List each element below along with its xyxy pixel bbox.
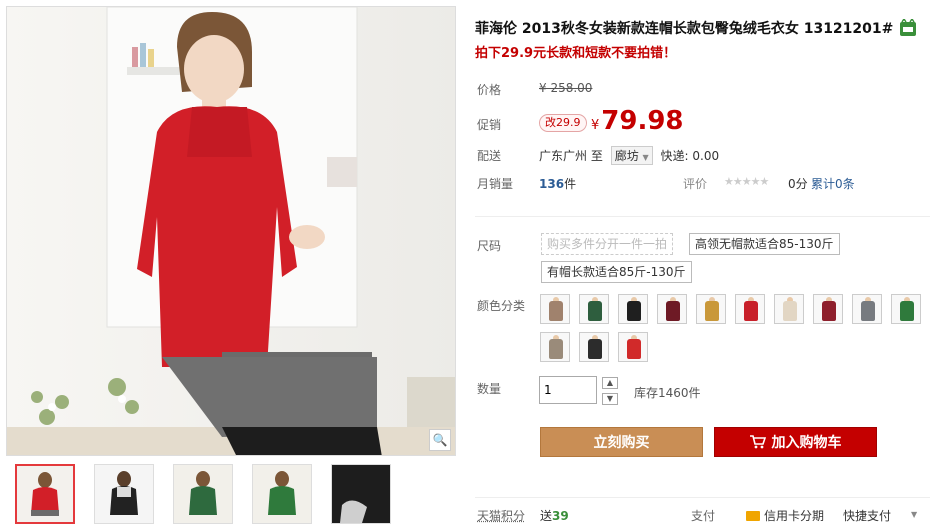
chevron-down-icon[interactable]: ▼ [911, 510, 917, 519]
product-title: 菲海伦 2013秋冬女装新款连帽长款包臀兔绒毛衣女 13121201# [475, 18, 917, 38]
credit-card-icon [746, 511, 760, 521]
points-value: 39 [552, 509, 569, 523]
size-option-multi[interactable]: 购买多件分开一件一拍 [541, 233, 674, 255]
cart-icon [749, 435, 766, 449]
original-price: ¥ 258.00 [539, 81, 593, 95]
color-swatch-wine[interactable] [657, 294, 687, 324]
size-option-no-hood[interactable]: 高领无帽款适合85-130斤 [689, 233, 840, 255]
promo-text: 拍下29.9元长款和短款不要拍错！ [475, 46, 677, 61]
credit-installment-label: 信用卡分期 [764, 509, 825, 523]
quantity-label: 数量 [477, 382, 502, 396]
price-label: 价格 [477, 83, 502, 97]
color-label: 颜色分类 [477, 299, 526, 313]
thumbnail-1[interactable] [15, 464, 75, 524]
quick-pay[interactable]: 快捷支付 [843, 507, 891, 524]
color-swatch-black[interactable] [618, 294, 648, 324]
product-title-text: 菲海伦 2013秋冬女装新款连帽长款包臀兔绒毛衣女 13121201# [475, 21, 894, 37]
ship-to-word: 至 [590, 149, 603, 163]
buy-now-button[interactable]: 立刻购买 [540, 427, 703, 457]
add-to-cart-label: 加入购物车 [771, 435, 842, 451]
quantity-increase-button[interactable]: ▲ [602, 377, 618, 389]
sales-unit: 件 [564, 177, 577, 191]
monthly-sales-label: 月销量 [477, 177, 514, 191]
swatch-garment [588, 301, 602, 321]
thumbnail-4[interactable] [252, 464, 312, 524]
swatch-garment [627, 301, 641, 321]
tmall-icon [900, 19, 917, 36]
swatch-garment [861, 301, 875, 321]
shipping-fee: 快递: 0.00 [660, 149, 720, 163]
quantity-decrease-button[interactable]: ▼ [602, 393, 618, 405]
promo-badge: 改29.9 [539, 114, 587, 132]
thumbnail-2[interactable] [94, 464, 154, 524]
monthly-sales: 136件 [539, 175, 576, 192]
points-prefix: 送 [540, 509, 553, 523]
size-option-hooded[interactable]: 有帽长款适合85斤-130斤 [541, 261, 692, 283]
current-price: ¥79.98 [591, 106, 684, 136]
shipping-label: 配送 [477, 149, 502, 163]
color-swatch-beige[interactable] [774, 294, 804, 324]
current-price-value: 79.98 [601, 106, 684, 136]
thumbnail-3[interactable] [173, 464, 233, 524]
color-swatch-dark-green[interactable] [579, 294, 609, 324]
divider [475, 497, 930, 498]
swatch-garment [822, 301, 836, 321]
payment-label: 支付 [691, 509, 716, 523]
divider [475, 216, 930, 217]
rating-score: 0分 [788, 177, 808, 191]
color-swatch-green[interactable] [891, 294, 921, 324]
swatch-garment [666, 301, 680, 321]
zoom-icon[interactable]: 🔍 [429, 429, 451, 451]
rating-label: 评价 [683, 177, 708, 191]
swatch-garment [744, 301, 758, 321]
review-count-link[interactable]: 累计0条 [811, 175, 855, 192]
chevron-down-icon: ▼ [642, 153, 649, 162]
color-swatch-taupe[interactable] [540, 332, 570, 362]
color-swatch-maroon[interactable] [813, 294, 843, 324]
thumbnail-5[interactable] [331, 464, 391, 524]
color-swatch-mustard[interactable] [696, 294, 726, 324]
star-rating-icon: ★★★★★ [724, 175, 769, 188]
main-product-image[interactable]: 🔍 [6, 6, 456, 456]
swatch-garment [627, 339, 641, 359]
swatch-garment [549, 301, 563, 321]
ship-from: 广东广州 [539, 149, 588, 163]
destination-select[interactable]: 廊坊 ▼ [610, 146, 653, 165]
swatch-garment [549, 339, 563, 359]
credit-installment[interactable]: 信用卡分期 [746, 507, 824, 524]
promo-label: 促销 [477, 118, 502, 132]
color-swatch-black-grey[interactable] [579, 332, 609, 362]
color-swatch-grey[interactable] [852, 294, 882, 324]
destination-value: 廊坊 [614, 149, 639, 163]
color-swatch-red-grey[interactable] [618, 332, 648, 362]
swatch-garment [705, 301, 719, 321]
currency-symbol: ¥ [591, 118, 600, 133]
color-swatch-red[interactable] [735, 294, 765, 324]
swatch-garment [588, 339, 602, 359]
size-label: 尺码 [477, 239, 502, 253]
swatch-garment [900, 301, 914, 321]
tmall-points-link[interactable]: 天猫积分 [477, 507, 525, 524]
points-info: 送39 [540, 507, 569, 524]
swatch-garment [783, 301, 797, 321]
quantity-input[interactable] [539, 376, 597, 404]
color-swatch-camel[interactable] [540, 294, 570, 324]
shipping-info: 广东广州 至 廊坊 ▼ 快递: 0.00 [539, 146, 719, 165]
add-to-cart-button[interactable]: 加入购物车 [714, 427, 877, 457]
thumbnail-strip [15, 464, 391, 524]
product-photo [7, 7, 455, 455]
stock-count: 库存1460件 [634, 386, 701, 400]
sales-count: 136 [539, 177, 565, 191]
